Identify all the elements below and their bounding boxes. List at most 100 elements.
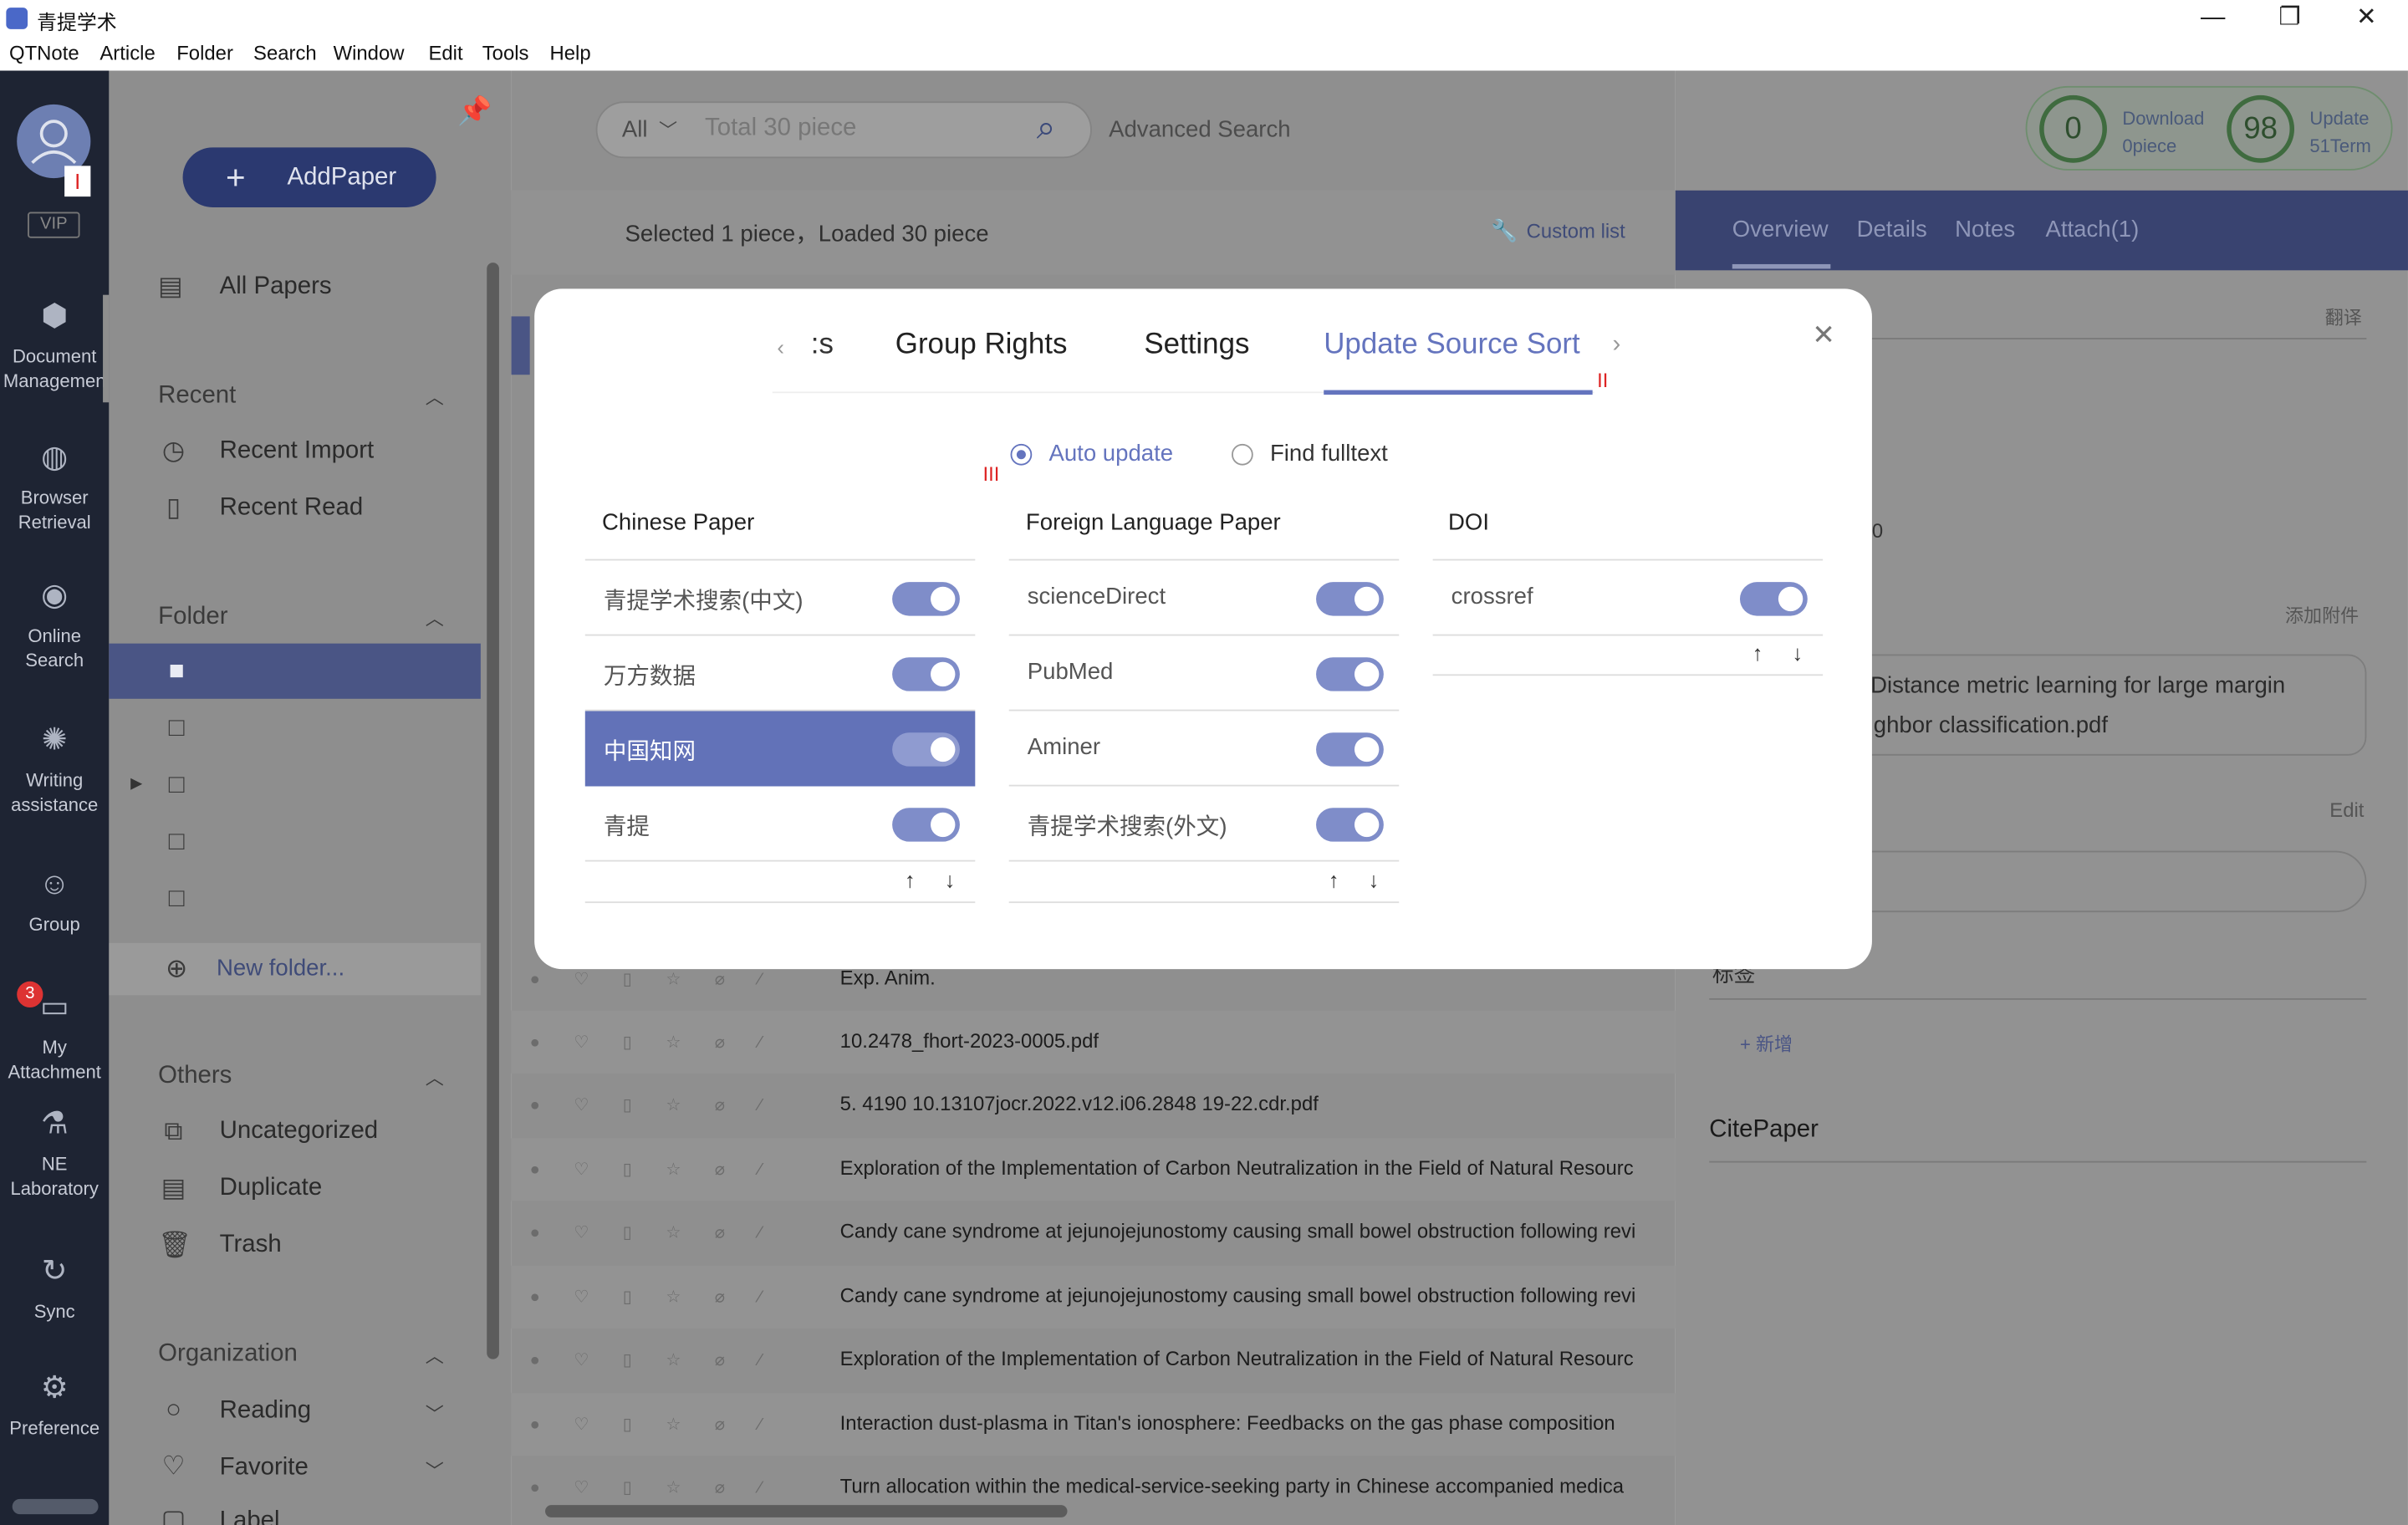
folder-icon[interactable]: □ xyxy=(161,769,192,800)
arrow-down-icon[interactable]: ↓ xyxy=(945,868,956,892)
organization-heading[interactable]: Organization xyxy=(158,1341,298,1369)
source-toggle[interactable] xyxy=(1316,732,1384,767)
source-row-selected[interactable]: 中国知网 xyxy=(584,711,976,787)
chevron-down-icon[interactable]: ﹀ xyxy=(426,1400,444,1426)
add-paper-button[interactable]: + AddPaper xyxy=(182,147,436,207)
source-toggle[interactable] xyxy=(892,657,960,691)
source-row[interactable]: 青提学术搜索(外文) xyxy=(1008,786,1400,862)
trash[interactable]: Trash xyxy=(220,1232,282,1259)
tab-attach[interactable]: Attach(1) xyxy=(2045,217,2139,242)
tab-group-rights[interactable]: Group Rights xyxy=(895,329,1068,362)
arrow-down-icon[interactable]: ↓ xyxy=(1368,868,1379,892)
arrow-up-icon[interactable]: ↑ xyxy=(1329,868,1339,892)
edit-button[interactable]: Edit xyxy=(2329,798,2364,822)
nav-scrollbar[interactable] xyxy=(12,1498,99,1515)
folder-heading[interactable]: Folder xyxy=(158,604,227,631)
translate-button[interactable]: 翻译 xyxy=(2325,304,2362,330)
tab-update-source-sort[interactable]: Update Source Sort xyxy=(1324,329,1579,362)
source-toggle[interactable] xyxy=(1316,808,1384,842)
nav-document-management[interactable]: ⬢ Document Managemen xyxy=(0,298,109,393)
source-toggle[interactable] xyxy=(1316,582,1384,616)
radio-auto-update[interactable] xyxy=(1010,443,1033,466)
source-row[interactable]: Aminer xyxy=(1008,711,1400,787)
favorite[interactable]: Favorite xyxy=(220,1455,309,1482)
close-icon[interactable]: ✕ xyxy=(1812,319,1835,352)
add-attachment-button[interactable]: 添加附件 xyxy=(2285,602,2359,628)
download-count[interactable]: 0 xyxy=(2039,94,2107,163)
chevron-up-icon[interactable]: ︿ xyxy=(426,384,444,410)
recent-heading[interactable]: Recent xyxy=(158,382,236,410)
arrow-down-icon[interactable]: ↓ xyxy=(1792,640,1803,665)
caret-right-icon[interactable]: ▶ xyxy=(130,776,142,793)
folder-icon[interactable]: □ xyxy=(161,826,192,857)
arrow-up-icon[interactable]: ↑ xyxy=(905,868,916,892)
new-folder-row[interactable]: ⊕ New folder... xyxy=(109,942,481,996)
menu-search[interactable]: Search xyxy=(253,42,317,65)
search-scope[interactable]: All xyxy=(622,117,648,143)
auto-update-label[interactable]: Auto update xyxy=(1048,441,1173,467)
duplicate[interactable]: Duplicate xyxy=(220,1175,323,1202)
menu-qtnote[interactable]: QTNote xyxy=(9,42,79,65)
chevron-up-icon[interactable]: ︿ xyxy=(426,1064,444,1090)
nav-writing-assistance[interactable]: ✺ Writing assistance xyxy=(0,722,109,817)
minimize-button[interactable]: — xyxy=(2175,0,2252,37)
reading[interactable]: Reading xyxy=(220,1398,311,1426)
advanced-search-link[interactable]: Advanced Search xyxy=(1109,117,1291,143)
nav-preference[interactable]: ⚙ Preference xyxy=(0,1370,109,1441)
search-icon[interactable]: ⌕ xyxy=(1037,108,1056,148)
close-window-button[interactable]: ✕ xyxy=(2328,0,2405,37)
source-row[interactable]: PubMed xyxy=(1008,635,1400,711)
update-count[interactable]: 98 xyxy=(2227,94,2295,163)
chevron-down-icon[interactable]: ﹀ xyxy=(659,117,677,143)
tab-details[interactable]: Details xyxy=(1857,217,1927,242)
menu-tools[interactable]: Tools xyxy=(482,42,529,65)
nav-browser-retrieval[interactable]: ◍ Browser Retrieval xyxy=(0,439,109,534)
menu-article[interactable]: Article xyxy=(99,42,155,65)
source-toggle[interactable] xyxy=(892,808,960,842)
tab-notes[interactable]: Notes xyxy=(1955,217,2015,242)
source-toggle[interactable] xyxy=(892,582,960,616)
recent-read[interactable]: Recent Read xyxy=(220,494,364,522)
sidebar-scrollbar[interactable] xyxy=(487,263,499,1359)
source-toggle[interactable] xyxy=(892,732,960,767)
table-row[interactable]: ●♡▯☆⌀⁄ 5. 4190 10.13107jocr.2022.v12.i06.… xyxy=(512,1074,1676,1136)
table-row[interactable]: ●♡▯☆⌀⁄ Exploration of the Implementation … xyxy=(512,1329,1676,1391)
table-row[interactable]: ●♡▯☆⌀⁄ Exploration of the Implementation … xyxy=(511,1138,1676,1201)
nav-sync[interactable]: ↻ Sync xyxy=(0,1253,109,1324)
source-row[interactable]: 万方数据 xyxy=(584,635,976,711)
table-row[interactable]: ●♡▯☆⌀⁄ Candy cane syndrome at jejunojejun… xyxy=(511,1265,1676,1329)
menu-folder[interactable]: Folder xyxy=(176,42,233,65)
nav-group[interactable]: ☺ Group xyxy=(0,866,109,936)
chevron-down-icon[interactable]: ﹀ xyxy=(426,1457,444,1483)
label[interactable]: Label xyxy=(220,1508,280,1525)
tab-settings[interactable]: Settings xyxy=(1144,329,1249,362)
source-row[interactable]: 青提 xyxy=(584,786,976,862)
folder-icon[interactable]: □ xyxy=(161,712,192,743)
tab-overview[interactable]: Overview xyxy=(1732,217,1829,242)
chevron-up-icon[interactable]: ︿ xyxy=(426,605,444,631)
radio-find-fulltext[interactable] xyxy=(1232,443,1253,466)
folder-item-selected[interactable]: ■ xyxy=(109,643,481,699)
nav-ne-laboratory[interactable]: ⚗ NE Laboratory xyxy=(0,1106,109,1201)
uncategorized[interactable]: Uncategorized xyxy=(220,1118,378,1145)
add-tag-button[interactable]: + 新增 xyxy=(1740,1031,1793,1057)
chevron-up-icon[interactable]: ︿ xyxy=(426,1342,444,1368)
recent-import[interactable]: Recent Import xyxy=(220,438,375,466)
source-row[interactable]: crossref xyxy=(1432,560,1824,636)
nav-my-attachment[interactable]: ▭ My Attachment xyxy=(0,989,109,1084)
find-fulltext-label[interactable]: Find fulltext xyxy=(1270,441,1388,467)
menu-window[interactable]: Window xyxy=(334,42,405,65)
pin-icon[interactable]: 📌 xyxy=(457,95,492,128)
maximize-button[interactable]: ❐ xyxy=(2252,0,2329,37)
arrow-up-icon[interactable]: ↑ xyxy=(1752,640,1763,665)
table-row[interactable]: ●♡▯☆⌀⁄ Candy cane syndrome at jejunojejun… xyxy=(512,1201,1676,1263)
search-input[interactable]: Total 30 piece xyxy=(705,115,856,143)
source-toggle[interactable] xyxy=(1739,582,1808,616)
list-h-scrollbar[interactable] xyxy=(545,1505,1068,1517)
menu-help[interactable]: Help xyxy=(550,42,591,65)
source-toggle[interactable] xyxy=(1316,657,1384,691)
source-row[interactable]: scienceDirect xyxy=(1008,560,1400,636)
tabs-scroll-right-icon[interactable]: › xyxy=(1613,332,1621,360)
folder-icon[interactable]: □ xyxy=(161,883,192,914)
custom-list-button[interactable]: Custom list xyxy=(1527,220,1625,243)
